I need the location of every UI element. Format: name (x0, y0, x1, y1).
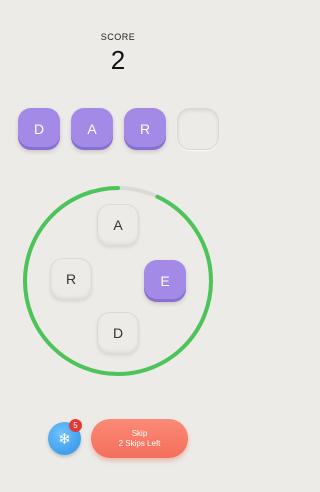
skip-label: Skip (131, 428, 148, 438)
answer-slot-2: A (71, 108, 113, 150)
letter-tile-top[interactable]: A (97, 204, 139, 246)
letter-tile-bottom[interactable]: D (97, 312, 139, 354)
freeze-count-badge: 5 (69, 419, 82, 432)
answer-slot-4 (177, 108, 219, 150)
answer-slot-1: D (18, 108, 60, 150)
skips-left-label: 2 Skips Left (118, 438, 161, 448)
score-value: 2 (110, 45, 126, 75)
skip-button[interactable]: Skip 2 Skips Left (91, 419, 188, 458)
letter-tile-left[interactable]: R (50, 258, 92, 300)
answer-slot-3: R (124, 108, 166, 150)
score-label: SCORE (100, 32, 136, 42)
letter-tile-right[interactable]: E (144, 260, 186, 302)
snowflake-icon: ❄ (58, 430, 71, 448)
